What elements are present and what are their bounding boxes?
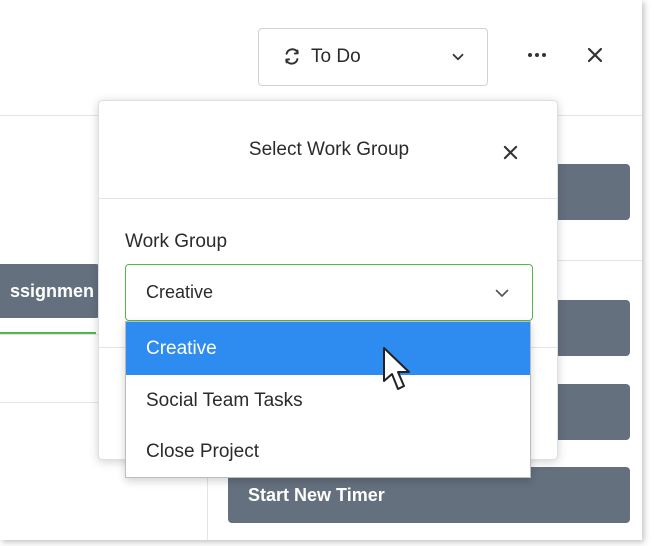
- app-window: To Do ssignmen Start New Timer Select Wo…: [0, 0, 642, 540]
- close-panel-button[interactable]: [580, 40, 610, 70]
- close-icon: [587, 47, 603, 63]
- option-label: Close Project: [146, 440, 259, 462]
- close-icon: [503, 145, 517, 159]
- option-creative[interactable]: Creative: [126, 322, 530, 375]
- more-options-button[interactable]: [522, 40, 552, 70]
- status-dropdown[interactable]: To Do: [258, 28, 488, 86]
- work-group-label: Work Group: [125, 231, 228, 252]
- modal-close-button[interactable]: [497, 139, 523, 165]
- assignments-tab[interactable]: ssignmen: [0, 264, 100, 318]
- sync-icon: [285, 48, 299, 65]
- option-close-project[interactable]: Close Project: [126, 426, 530, 477]
- assignments-tab-label: ssignmen: [9, 280, 94, 301]
- work-group-selected-value: Creative: [146, 282, 214, 302]
- chevron-down-icon: [452, 53, 464, 61]
- top-bar: To Do: [0, 0, 642, 116]
- option-social-team-tasks[interactable]: Social Team Tasks: [126, 375, 530, 426]
- chevron-down-icon: [495, 289, 509, 297]
- work-group-options: Creative Social Team Tasks Close Project: [125, 321, 531, 478]
- option-label: Creative: [146, 337, 217, 359]
- work-group-select[interactable]: Creative: [125, 264, 533, 321]
- start-new-timer-label: Start New Timer: [248, 484, 385, 505]
- mouse-cursor-icon: [383, 347, 410, 390]
- modal-title: Select Work Group: [248, 139, 410, 160]
- option-label: Social Team Tasks: [146, 389, 303, 411]
- modal-header: Select Work Group: [99, 101, 557, 199]
- status-label: To Do: [311, 46, 361, 67]
- more-horizontal-icon: [528, 53, 546, 57]
